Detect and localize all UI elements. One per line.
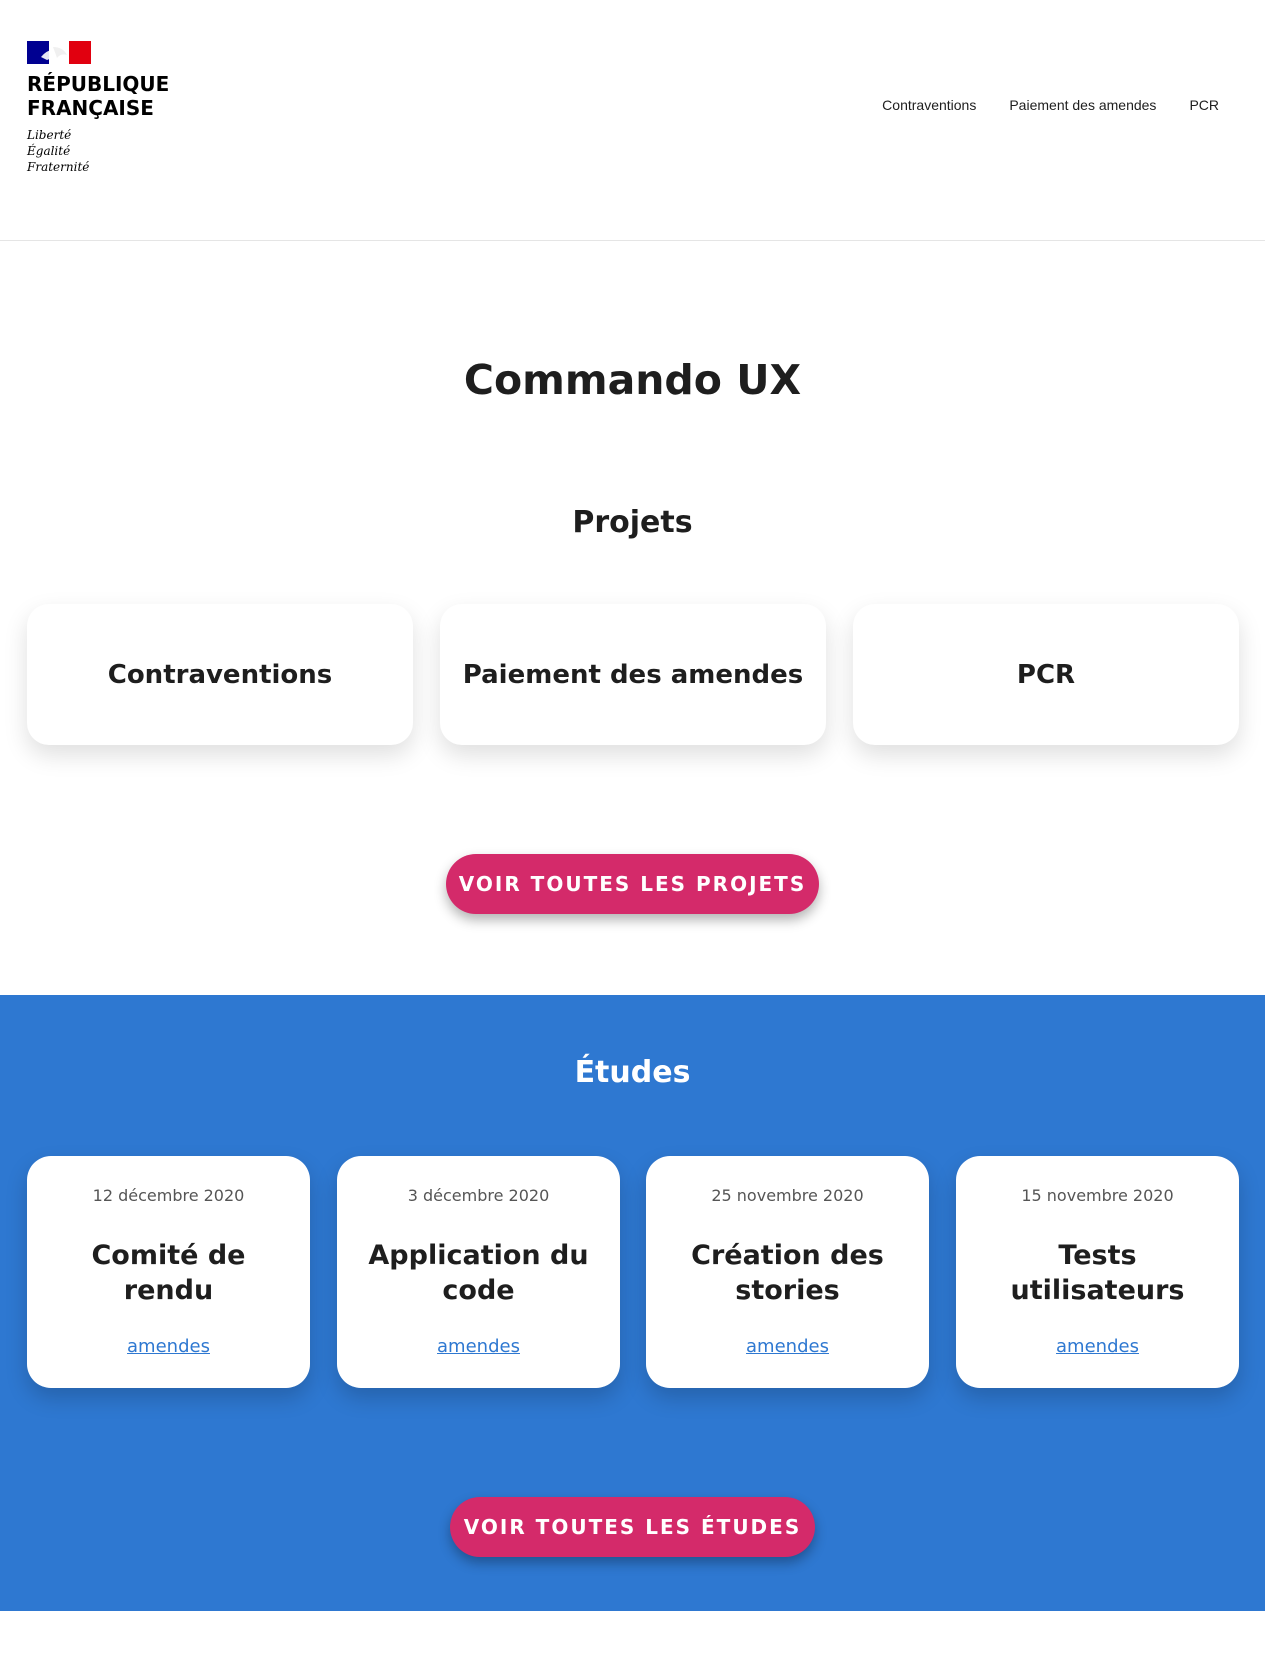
study-tag-link[interactable]: amendes [956,1336,1239,1358]
name-line-2: FRANÇAISE [27,96,154,120]
nav-contraventions[interactable]: Contraventions [882,95,976,115]
motto-fraternite: Fraternité [27,160,90,174]
study-tag-link[interactable]: amendes [337,1336,620,1358]
republique-francaise-logo[interactable]: RÉPUBLIQUE FRANÇAISE Liberté Égalité Fra… [27,41,227,175]
projets-heading: Projets [572,505,693,540]
study-card-application-du-code[interactable]: 3 décembre 2020 Application du code amen… [337,1156,620,1388]
study-card-creation-des-stories[interactable]: 25 novembre 2020 Création des stories am… [646,1156,929,1388]
study-date: 25 novembre 2020 [711,1186,864,1205]
nav-paiement-des-amendes[interactable]: Paiement des amendes [1009,95,1156,115]
study-date: 12 décembre 2020 [92,1186,245,1205]
project-card-pcr[interactable]: PCR [853,604,1239,745]
study-date: 3 décembre 2020 [407,1186,550,1205]
study-title: Création des stories [691,1240,884,1306]
study-date: 15 novembre 2020 [1021,1186,1174,1205]
marianne-flag-icon [27,41,91,64]
study-title: Tests utilisateurs [1010,1240,1185,1306]
study-tag-link[interactable]: amendes [27,1336,310,1358]
project-card-paiement-des-amendes[interactable]: Paiement des amendes [440,604,826,745]
voir-tous-les-projets-button[interactable]: VOIR TOUTES LES PROJETS [446,854,819,914]
study-card-tests-utilisateurs[interactable]: 15 novembre 2020 Tests utilisateurs amen… [956,1156,1239,1388]
etudes-heading: Études [574,1055,691,1090]
project-card-title: Contraventions [107,659,333,690]
project-card-title: PCR [1016,659,1076,690]
voir-toutes-les-etudes-button[interactable]: VOIR TOUTES LES ÉTUDES [450,1497,815,1557]
project-card-title: Paiement des amendes [462,659,804,690]
motto-egalite: Égalité [27,144,71,158]
study-title: Application du code [368,1240,589,1306]
study-card-comite-de-rendu[interactable]: 12 décembre 2020 Comité de rendu amendes [27,1156,310,1388]
main-nav: Contraventions Paiement des amendes PCR [882,95,1219,115]
republique-francaise-name: RÉPUBLIQUE FRANÇAISE [27,72,227,120]
study-title: Comité de rendu [91,1240,246,1306]
site-header: RÉPUBLIQUE FRANÇAISE Liberté Égalité Fra… [0,0,1265,241]
page-title: Commando UX [463,356,802,404]
motto-liberte: Liberté [27,128,72,142]
study-tag-link[interactable]: amendes [646,1336,929,1358]
name-line-1: RÉPUBLIQUE [27,72,170,96]
devise: Liberté Égalité Fraternité [27,127,227,175]
project-card-contraventions[interactable]: Contraventions [27,604,413,745]
nav-pcr[interactable]: PCR [1189,95,1219,115]
